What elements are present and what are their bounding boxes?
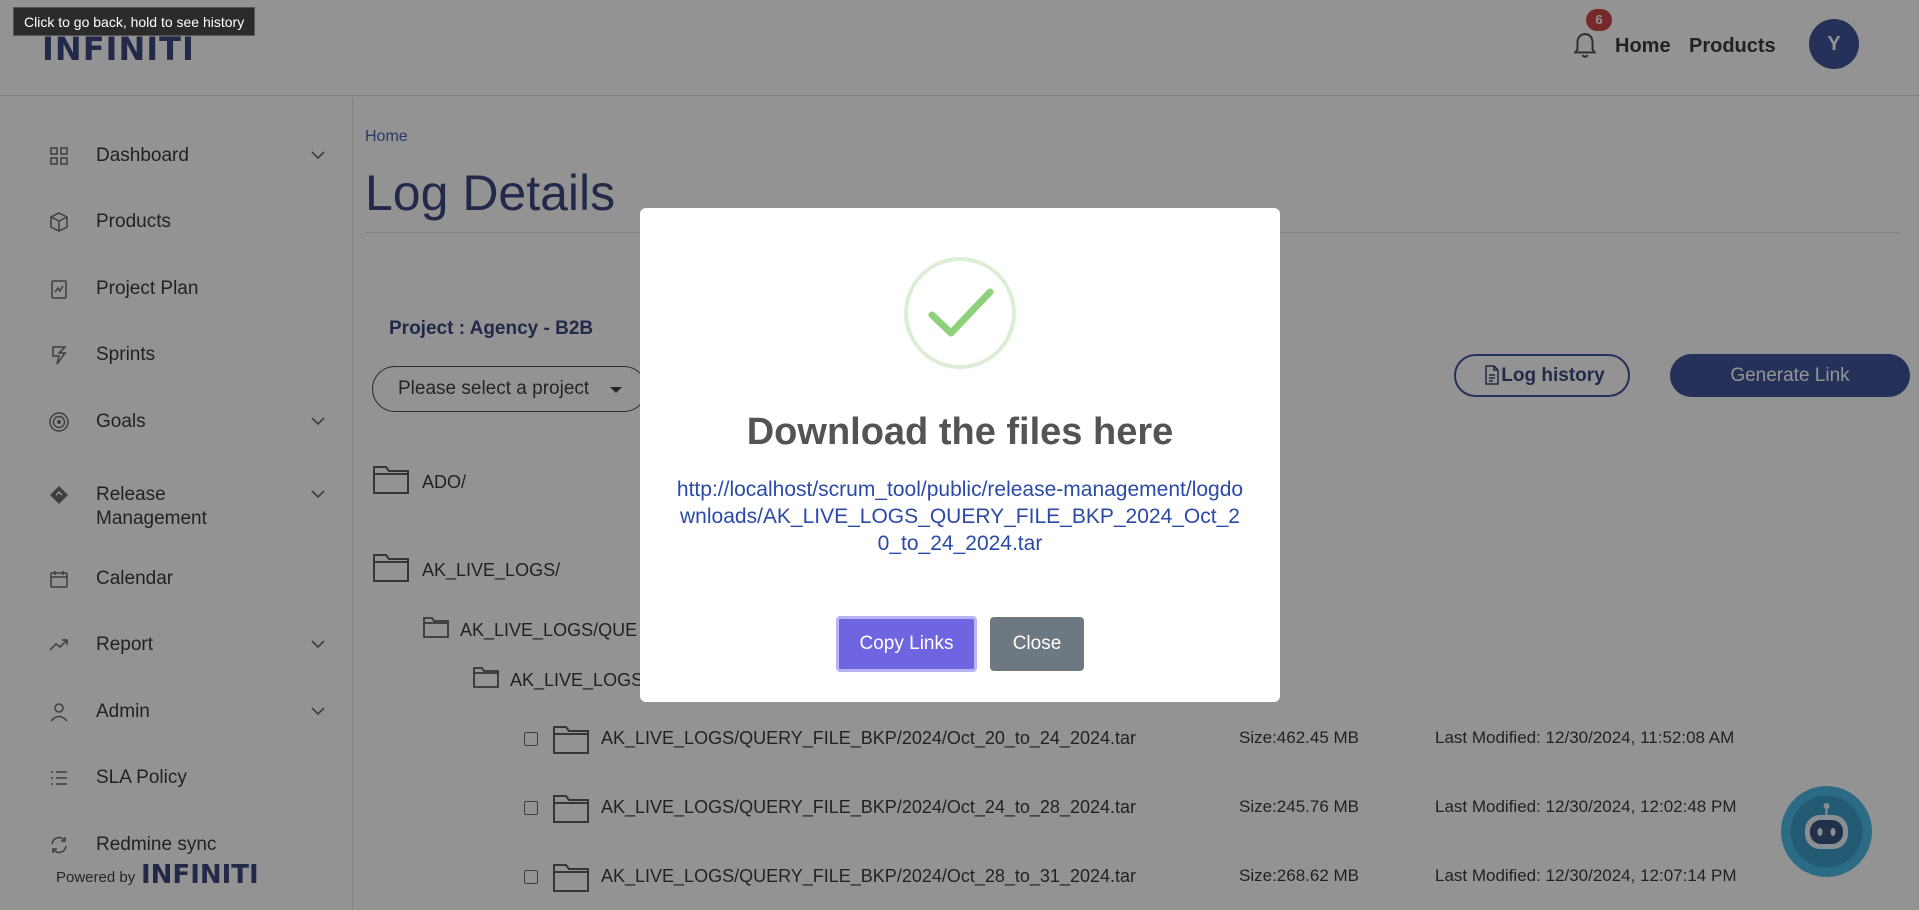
download-modal: Download the files here http://localhost… xyxy=(640,208,1280,702)
download-link[interactable]: http://localhost/scrum_tool/public/relea… xyxy=(676,476,1244,557)
close-button[interactable]: Close xyxy=(990,617,1084,671)
modal-title: Download the files here xyxy=(746,411,1174,453)
success-check-icon xyxy=(904,257,1016,369)
back-tooltip: Click to go back, hold to see history xyxy=(13,7,256,36)
copy-links-button[interactable]: Copy Links xyxy=(836,616,977,672)
